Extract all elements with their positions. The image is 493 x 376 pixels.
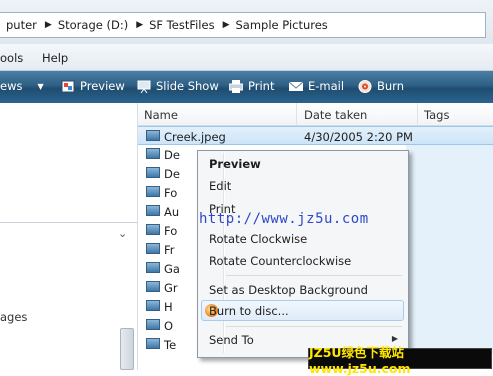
image-file-icon [146,148,160,159]
column-name[interactable]: Name [144,108,178,122]
file-name: Fo [164,186,178,200]
file-name: Gr [164,281,178,295]
file-name: H [164,300,173,314]
image-file-icon [146,281,160,292]
file-name: Fr [164,243,175,257]
menu-bar: ools Help [0,44,493,71]
envelope-icon [288,80,304,93]
navigation-pane: ⌄ ages [0,103,138,370]
preview-label: Preview [80,79,125,93]
context-menu: Preview Edit Print Rotate Clockwise Rota… [197,150,409,358]
file-name: Fo [164,224,178,238]
file-name: Te [164,338,177,352]
email-button[interactable]: E-mail [288,79,345,93]
menu-help[interactable]: Help [42,51,68,65]
column-header: Name Date taken Tags [138,103,493,126]
image-file-icon [146,262,160,273]
burn-disc-icon [358,79,372,93]
print-button[interactable]: Print [228,79,275,93]
breadcrumb-separator-icon[interactable]: ▶ [136,20,143,30]
image-file-icon [146,319,160,330]
chevron-down-icon[interactable]: ⌄ [118,227,127,240]
command-toolbar: ews ▼ Preview Slide Show Print E-mail Bu… [0,71,493,103]
image-file-icon [146,338,160,349]
image-file-icon [146,205,160,216]
menu-item-burn-to-disc[interactable]: Burn to disc... [209,304,289,318]
address-bar: puter ▶ Storage (D:) ▶ SF TestFiles ▶ Sa… [0,0,493,44]
image-file-icon [146,186,160,197]
image-file-icon [146,167,160,178]
scrollbar-thumb[interactable] [120,328,134,370]
file-name: Ga [164,262,180,276]
breadcrumb-sample-pictures[interactable]: Sample Pictures [235,18,327,32]
file-name: O [164,319,174,333]
pane-divider [0,222,137,223]
file-name: Creek.jpeg [164,130,226,144]
breadcrumb-separator-icon[interactable]: ▶ [223,20,230,30]
slideshow-icon [137,80,151,93]
file-name: Au [164,205,180,219]
slideshow-label: Slide Show [156,79,219,93]
chevron-down-icon: ▼ [37,81,44,91]
nav-item-pictures[interactable]: ages [0,310,27,324]
watermark-url: http://www.jz5u.com [199,211,369,227]
menu-item-rotate-clockwise[interactable]: Rotate Clockwise [209,232,307,246]
image-file-icon [146,224,160,235]
burn-button[interactable]: Burn [358,79,404,93]
column-divider[interactable] [296,103,297,125]
column-tags[interactable]: Tags [424,108,449,122]
menu-item-send-to[interactable]: Send To [209,333,254,347]
column-divider[interactable] [417,103,418,125]
preview-icon [61,80,75,93]
print-label: Print [248,79,275,93]
menu-separator [226,326,402,327]
breadcrumb-separator-icon[interactable]: ▶ [45,20,52,30]
printer-icon [228,79,244,93]
breadcrumb-storage[interactable]: Storage (D:) [58,18,128,32]
image-file-icon [146,130,160,141]
breadcrumb-computer[interactable]: puter [6,18,37,32]
preview-button[interactable]: Preview [61,79,125,93]
file-name: De [164,148,180,162]
file-row-creek[interactable]: Creek.jpeg 4/30/2005 2:20 PM [138,126,493,145]
file-name: De [164,167,180,181]
breadcrumb[interactable]: puter ▶ Storage (D:) ▶ SF TestFiles ▶ Sa… [0,12,486,38]
menu-item-rotate-counterclockwise[interactable]: Rotate Counterclockwise [209,254,351,268]
views-label: ews [0,79,23,93]
menu-item-preview[interactable]: Preview [209,157,261,171]
column-date-taken[interactable]: Date taken [304,108,367,122]
slideshow-button[interactable]: Slide Show [137,79,219,93]
email-label: E-mail [308,79,345,93]
watermark-badge: JZ5U绿色下载站www.jz5u.com [308,345,492,376]
views-button[interactable]: ews ▼ [0,79,44,93]
menu-item-set-desktop-background[interactable]: Set as Desktop Background [209,283,368,297]
file-date: 4/30/2005 2:20 PM [304,130,413,144]
breadcrumb-sf-testfiles[interactable]: SF TestFiles [149,18,214,32]
image-file-icon [146,300,160,311]
burn-label: Burn [377,79,404,93]
menu-separator [226,275,402,276]
menu-tools[interactable]: ools [0,51,23,65]
image-file-icon [146,243,160,254]
menu-item-edit[interactable]: Edit [209,179,231,193]
